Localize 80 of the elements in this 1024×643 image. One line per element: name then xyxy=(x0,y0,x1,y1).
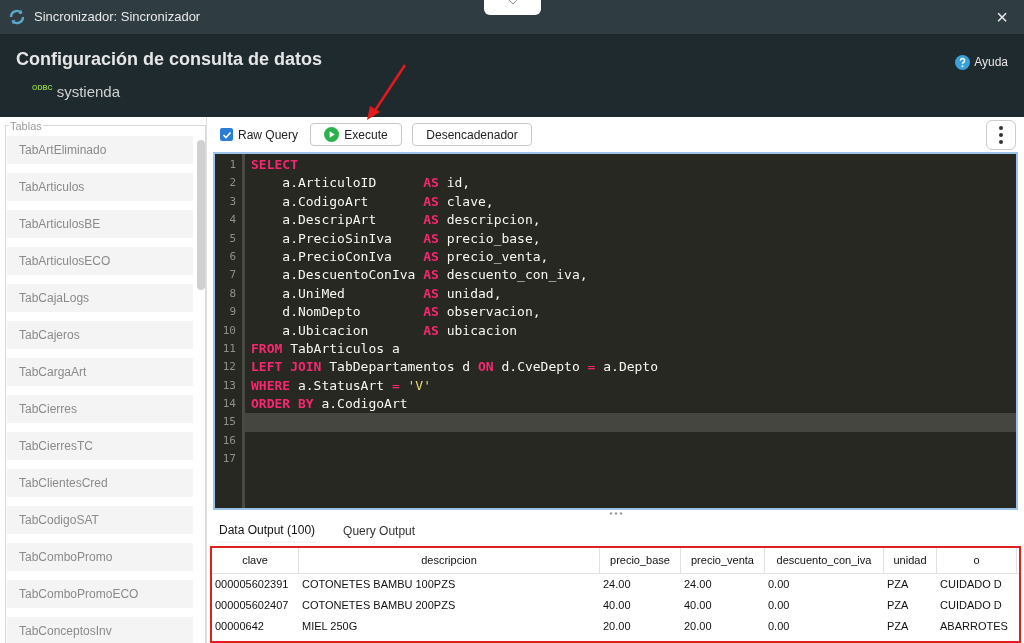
table-cell-text: COTONETES BAMBU 200PZS xyxy=(301,598,457,614)
line-number: 9 xyxy=(228,304,237,321)
help-link[interactable]: Ayuda xyxy=(955,52,1008,72)
page-title: Configuración de consulta de datos xyxy=(16,48,323,71)
line-number: 4 xyxy=(228,212,237,229)
column-header[interactable]: descripcion xyxy=(299,548,600,573)
line-number: 14 xyxy=(221,396,237,413)
help-icon xyxy=(955,54,971,70)
output-tab[interactable]: Data Output (100) xyxy=(217,519,318,543)
line-number: 3 xyxy=(228,193,237,210)
code-line: a.PrecioSinIva AS precio_base, xyxy=(281,230,541,246)
table-cell-text: PZA xyxy=(886,577,910,593)
table-cell-text: CUIDADO D xyxy=(939,598,1003,614)
table-cell-text: CUIDADO D xyxy=(939,577,1003,593)
table-cell-text: MIEL 250G xyxy=(301,619,359,635)
table-cell-text: 24.00 xyxy=(602,577,632,593)
code-line: a.ArticuloID AS id, xyxy=(281,175,471,191)
code-line: SELECT xyxy=(251,157,298,172)
code-line: d.NomDepto AS observacion, xyxy=(281,304,541,320)
line-number: 16 xyxy=(221,432,237,449)
data-source-name: systienda xyxy=(56,82,120,102)
scrollbar-thumb[interactable] xyxy=(197,140,205,290)
checkbox[interactable] xyxy=(220,128,233,141)
line-number: 17 xyxy=(221,451,237,468)
line-number: 7 xyxy=(228,267,237,284)
table-cell-text: 0.00 xyxy=(767,619,791,635)
table-cell-text: 000005602407 xyxy=(214,598,290,614)
table-cell-text: 000005602391 xyxy=(214,577,290,593)
code-line: FROM TabArticulos a xyxy=(251,340,400,356)
more-options-button[interactable] xyxy=(986,119,1016,150)
table-cell-text: 20.00 xyxy=(683,619,713,635)
code-line: a.DescripArt AS descripcion, xyxy=(281,212,541,228)
line-number: 5 xyxy=(228,230,237,247)
table-cell-text: 40.00 xyxy=(602,598,632,614)
line-number: 15 xyxy=(221,414,237,431)
table-cell-text: PZA xyxy=(886,619,910,635)
window-title: Sincronizador: Sincronizador xyxy=(34,8,201,27)
line-number: 2 xyxy=(228,175,237,192)
close-button[interactable]: × xyxy=(988,7,1016,27)
raw-query-checkbox[interactable]: Raw Query xyxy=(220,125,299,144)
code-line: LEFT JOIN TabDepartamentos d ON d.CveDepto = a.Depto xyxy=(251,359,659,375)
top-tab-handle[interactable] xyxy=(484,0,541,15)
line-number: 10 xyxy=(221,322,237,339)
line-number: 11 xyxy=(221,340,237,357)
table-cell-text: COTONETES BAMBU 100PZS xyxy=(301,577,457,593)
table-cell-text: PZA xyxy=(886,598,910,614)
table-cell-text: 0.00 xyxy=(767,598,791,614)
splitter-handle[interactable] xyxy=(608,511,623,515)
line-number: 1 xyxy=(228,157,237,173)
line-number: 13 xyxy=(221,377,237,394)
code-line: a.UniMed AS unidad, xyxy=(281,285,502,301)
code-line: WHERE a.StatusArt = 'V' xyxy=(251,377,432,393)
table-cell-text: 24.00 xyxy=(683,577,713,593)
toolbar-button[interactable]: Desencadenador xyxy=(412,123,533,146)
sync-icon xyxy=(8,8,26,26)
annotation-arrow xyxy=(364,62,408,122)
line-number: 12 xyxy=(221,359,237,376)
chevron-down-icon xyxy=(507,0,518,6)
play-icon xyxy=(324,127,340,142)
column-header[interactable]: unidad xyxy=(884,548,937,573)
column-header[interactable]: descuento_con_iva xyxy=(765,548,884,573)
checkmark-icon xyxy=(221,129,232,140)
code-line: a.DescuentoConIva AS descuento_con_iva, xyxy=(281,267,588,283)
line-number: 8 xyxy=(228,285,237,302)
line-number: 6 xyxy=(228,248,237,265)
table-cell-text: ABARROTES xyxy=(939,619,1009,635)
execute-button[interactable]: Execute xyxy=(310,123,403,146)
code-line: a.Ubicacion AS ubicacion xyxy=(281,322,518,338)
code-line: ORDER BY a.CodigoArt xyxy=(251,396,408,412)
table-cell-text: 00000642 xyxy=(214,619,265,635)
code-line: a.PrecioConIva AS precio_venta, xyxy=(281,248,549,264)
column-header[interactable]: o xyxy=(937,548,1017,573)
column-header[interactable]: precio_base xyxy=(600,548,681,573)
column-header[interactable]: clave xyxy=(212,548,299,573)
table-cell-text: 40.00 xyxy=(683,598,713,614)
column-header[interactable]: precio_venta xyxy=(681,548,765,573)
code-line: a.CodigoArt AS clave, xyxy=(281,193,494,209)
output-tab[interactable]: Query Output xyxy=(341,519,418,543)
table-cell-text: 20.00 xyxy=(602,619,632,635)
table-cell-text: 0.00 xyxy=(767,577,791,593)
